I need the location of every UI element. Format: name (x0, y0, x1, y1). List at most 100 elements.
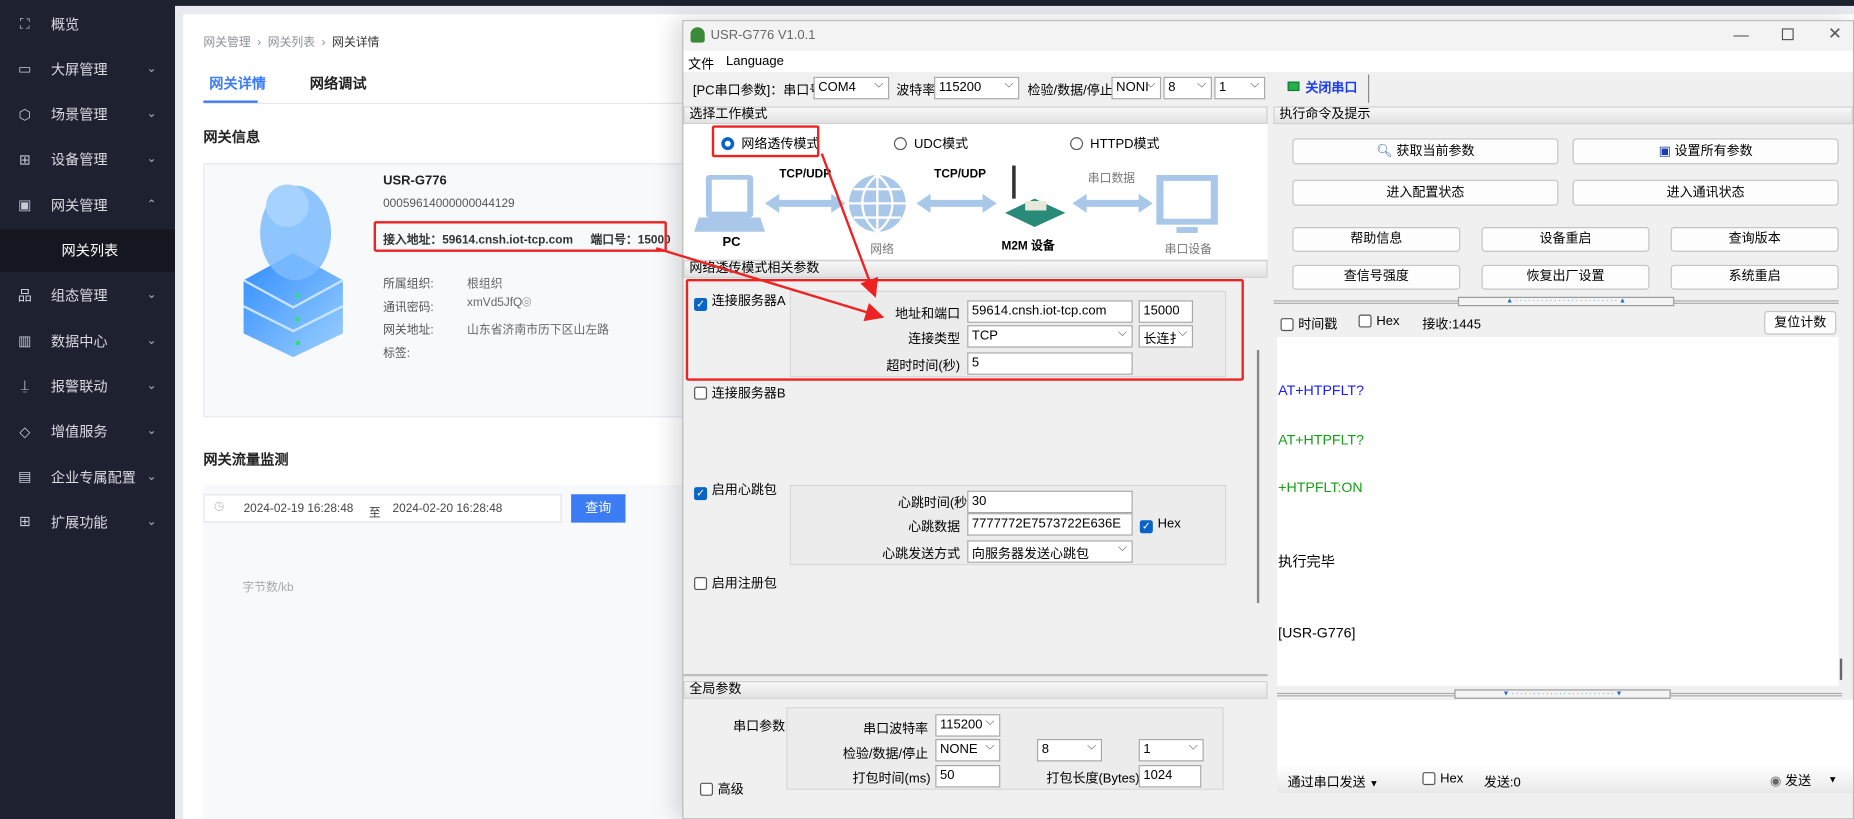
log-scrollbar[interactable] (1839, 658, 1843, 680)
pack-len-input[interactable]: 1024 (1138, 765, 1202, 788)
m2m-device-icon (1005, 165, 1066, 228)
command-button[interactable]: 进入配置状态 (1292, 179, 1559, 206)
maximize-button[interactable] (1781, 28, 1794, 41)
mode-radio[interactable]: UDC模式 (893, 134, 969, 153)
breadcrumb: 网关管理 › 网关列表 › 网关详情 (203, 36, 380, 50)
eye-icon[interactable]: ◎ (521, 295, 531, 308)
end-date[interactable]: 2024-02-20 16:28:48 (393, 503, 503, 516)
mode-radio[interactable]: HTTPD模式 (1070, 134, 1160, 153)
command-button[interactable]: ▣ 设置所有参数 (1572, 138, 1839, 165)
date-range-picker[interactable]: ◷ 2024-02-19 16:28:48 至 2024-02-20 16:28… (203, 494, 562, 523)
send-hex-checkbox[interactable]: Hex (1422, 772, 1463, 786)
command-button[interactable]: 系统重启 (1670, 264, 1839, 290)
heartbeat-checkbox[interactable]: ✓ 启用心跳包 (694, 480, 777, 501)
sidebar-item-label: 场景管理 (50, 106, 108, 124)
parity-select[interactable]: NONI (1111, 76, 1162, 100)
recv-hex-checkbox[interactable]: Hex (1358, 314, 1399, 329)
sidebar-item[interactable]: ⬡ 场景管理 ⌄ (0, 93, 175, 136)
command-button[interactable]: 查信号强度 (1292, 264, 1461, 290)
close-button[interactable]: ✕ (1828, 24, 1842, 44)
heartbeat-data-input[interactable]: 7777772E7573722E636E (967, 513, 1133, 536)
hexagon-icon: ⬡ (18, 105, 32, 123)
chevron-icon: ⌄ (146, 334, 157, 348)
sidebar-item[interactable]: ▤ 企业专属配置 ⌄ (0, 455, 175, 498)
baud-select[interactable]: 115200 (934, 76, 1020, 100)
sidebar-item[interactable]: ▥ 数据中心 ⌄ (0, 319, 175, 362)
sidebar-item[interactable]: ⊞ 设备管理 ⌄ (0, 138, 175, 181)
start-date[interactable]: 2024-02-19 16:28:48 (244, 503, 354, 516)
minimize-button[interactable]: — (1733, 26, 1748, 44)
diagram-m2m-label: M2M 设备 (1001, 240, 1055, 254)
send-input[interactable] (1276, 699, 1853, 766)
chevron-icon: ⌃ (146, 198, 157, 212)
sidebar-item[interactable]: ⛶ 概览 (0, 2, 175, 45)
global-baud-select[interactable]: 115200 (935, 714, 1001, 737)
pack-time-input[interactable]: 50 (935, 765, 1001, 788)
heartbeat-time-input[interactable]: 30 (967, 490, 1133, 514)
command-button[interactable]: 进入通讯状态 (1572, 179, 1839, 206)
breadcrumb-item[interactable]: 网关管理 (203, 37, 250, 50)
hierarchy-icon: 品 (17, 287, 32, 304)
sidebar-item-label: 网关管理 (50, 197, 108, 214)
sidebar-item[interactable]: 网关列表 (0, 228, 175, 272)
command-button[interactable]: 恢复出厂设置 (1481, 264, 1650, 290)
send-via-dropdown[interactable]: 通过串口发送 ▼ (1288, 772, 1379, 791)
databits-select[interactable]: 8 (1163, 76, 1212, 100)
pack-time-label: 打包时间(ms) (852, 772, 931, 787)
field-value: 山东省济南市历下区山左路 (467, 323, 609, 337)
global-stopbits-select[interactable]: 1 (1138, 739, 1204, 762)
menu-file[interactable]: 文件 (688, 54, 714, 73)
splitter-handle[interactable]: ▼ · · · · · · · · · · · · · · · · · · · … (1454, 689, 1671, 699)
sidebar-item[interactable]: ⊞ 扩展功能 ⌄ (0, 501, 175, 544)
breadcrumb-item[interactable]: 网关列表 (268, 37, 315, 50)
checkbox-icon (1358, 314, 1372, 328)
sidebar-item[interactable]: ▣ 网关管理 ⌃ (0, 183, 175, 226)
sidebar-item[interactable]: 品 组态管理 ⌄ (0, 274, 175, 317)
sidebar-item[interactable]: ⍊ 报警联动 ⌄ (0, 365, 175, 408)
highlight-box (373, 221, 667, 252)
heartbeat-mode-select[interactable]: 向服务器发送心跳包 (967, 540, 1133, 563)
command-button[interactable]: 查询版本 (1670, 227, 1839, 252)
tab-network-debug[interactable]: 网络调试 (310, 73, 367, 93)
send-button[interactable]: ◉ 发送 (1770, 771, 1811, 790)
command-button[interactable]: 🔍︎ 获取当前参数 (1292, 138, 1559, 165)
stopbits-select[interactable]: 1 (1214, 76, 1266, 100)
heartbeat-hex-checkbox[interactable]: ✓ Hex (1139, 517, 1181, 534)
sidebar-item-label: 网关列表 (61, 242, 119, 259)
log-line: AT+HTPFLT? (1278, 381, 1364, 399)
sidebar-item-label: 数据中心 (50, 332, 108, 350)
global-databits-select[interactable]: 8 (1036, 739, 1102, 762)
server-b-checkbox[interactable]: 连接服务器B (694, 383, 786, 402)
params-scrollbar[interactable] (1256, 349, 1260, 604)
mode-label: UDC模式 (913, 137, 969, 152)
sidebar: ⛶ 概览 ▭ 大屏管理 ⌄ ⬡ 场景管理 ⌄ ⊞ 设备管理 ⌄ ▣ 网关管理 ⌃ 网关列表品 组态管理 ⌄ ▥ 数据… (0, 0, 175, 819)
global-parity-select[interactable]: NONE (935, 739, 1001, 762)
toolbar-separator (1368, 74, 1370, 103)
timestamp-checkbox[interactable]: 时间戳 (1280, 315, 1337, 334)
reset-count-button[interactable]: 复位计数 (1764, 310, 1837, 335)
menu-language[interactable]: Language (726, 54, 784, 68)
advanced-checkbox[interactable]: 高级 (699, 779, 744, 798)
diagram-serial-label: 串口设备 (1164, 243, 1212, 257)
send-dropdown-arrow-icon[interactable]: ▼ (1828, 774, 1837, 785)
heartbeat-mode-label: 心跳发送方式 (882, 547, 961, 562)
splitter-handle[interactable]: ▲ · · · · · · · · · · · · · · · · · · · … (1457, 296, 1675, 307)
sidebar-item-label: 大屏管理 (50, 61, 108, 78)
com-port-select[interactable]: COM4 (813, 76, 890, 100)
pack-len-label: 打包长度(Bytes) (1046, 772, 1140, 787)
gateway-name: USR-G776 (383, 173, 447, 189)
heartbeat-time-label: 心跳时间(秒 (897, 496, 968, 511)
sidebar-item[interactable]: ◇ 增值服务 ⌄ (0, 410, 175, 453)
checkbox-icon (694, 577, 708, 591)
checkbox-icon: ✓ (1139, 520, 1153, 534)
register-label: 启用注册包 (711, 577, 777, 592)
recv-count: 接收:1445 (1422, 318, 1481, 333)
close-port-button[interactable]: 关闭串口 (1305, 78, 1357, 97)
splitter[interactable] (683, 673, 1268, 677)
query-button[interactable]: 查询 (571, 494, 626, 523)
command-button[interactable]: 帮助信息 (1292, 227, 1461, 252)
command-button[interactable]: 设备重启 (1481, 227, 1650, 252)
sidebar-item[interactable]: ▭ 大屏管理 ⌄ (0, 48, 175, 91)
register-checkbox[interactable]: 启用注册包 (694, 573, 777, 592)
tab-gateway-detail[interactable]: 网关详情 (209, 73, 266, 93)
